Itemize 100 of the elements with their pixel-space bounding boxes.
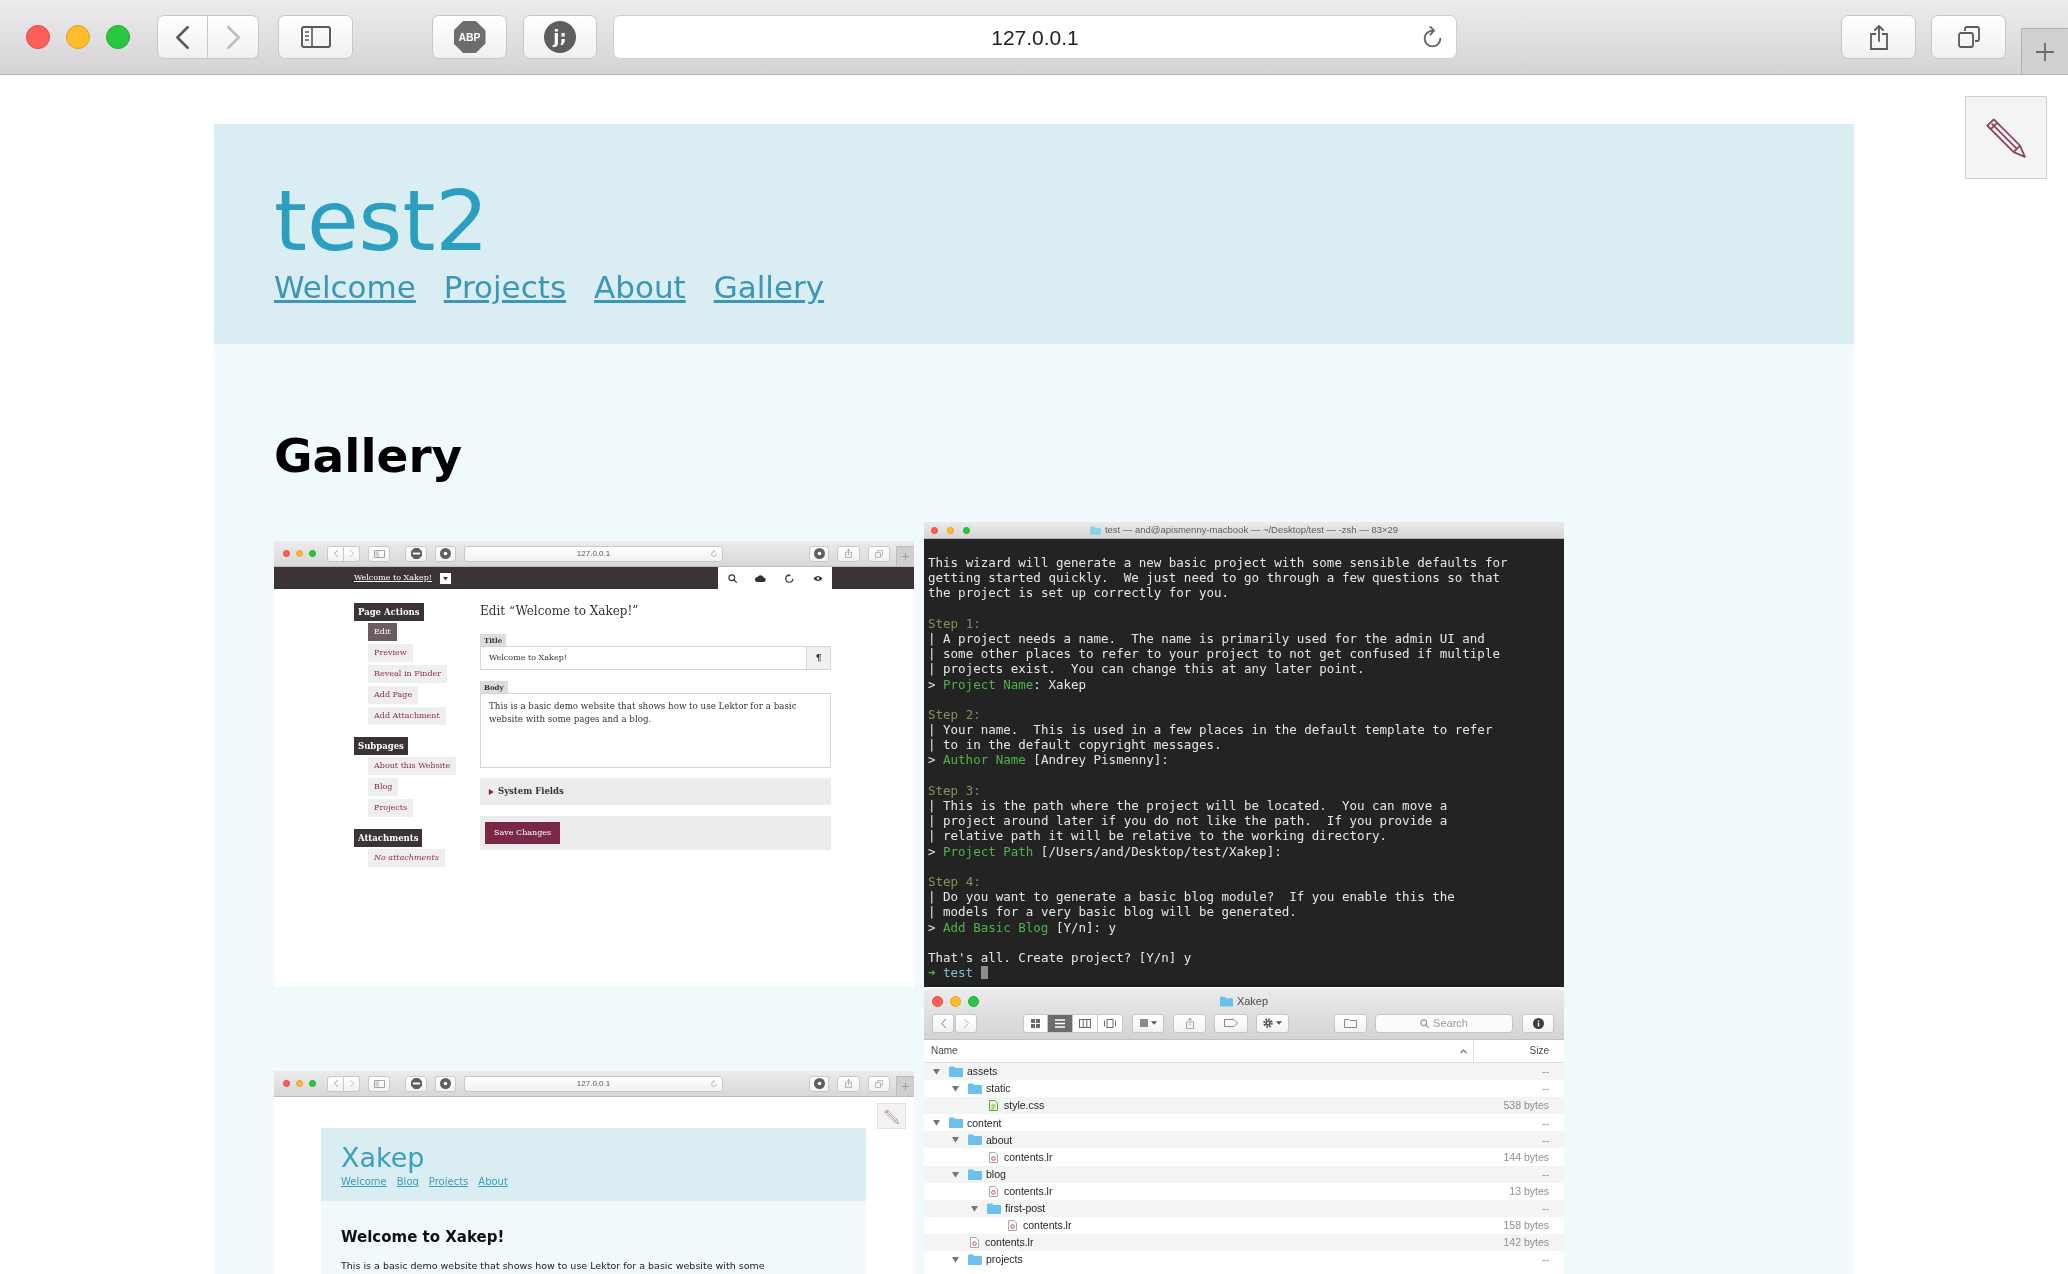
file-size: -- xyxy=(1542,1083,1549,1094)
forward-button[interactable] xyxy=(344,1075,360,1092)
share-button[interactable] xyxy=(1841,15,1916,59)
file-size: -- xyxy=(1542,1168,1549,1180)
site-title: test2 xyxy=(274,179,489,263)
terminal-line: | project around later if you do not like the path. If you provide a xyxy=(928,813,1448,829)
extension-button[interactable] xyxy=(435,545,456,562)
zoom-button[interactable] xyxy=(106,25,130,49)
folder-icon xyxy=(949,1117,963,1129)
address-field[interactable]: 127.0.0.1 xyxy=(613,15,1457,59)
system-fields-toggle[interactable]: System Fields xyxy=(480,778,831,805)
dropdown-icon[interactable] xyxy=(440,572,451,584)
info-button[interactable] xyxy=(1522,1013,1554,1033)
new-tab-button[interactable] xyxy=(2021,28,2068,74)
edit-button[interactable] xyxy=(1965,96,2047,179)
new-tab-button[interactable] xyxy=(896,1076,914,1096)
chevron-left-icon xyxy=(333,1080,338,1087)
extension-button[interactable] xyxy=(809,1075,829,1092)
file-name: first-post xyxy=(1005,1203,1046,1214)
close-button[interactable] xyxy=(26,25,50,49)
address-field[interactable]: 127.0.0.1 xyxy=(464,545,723,562)
page-link[interactable]: Welcome to Xakep! xyxy=(354,574,432,582)
circle-icon xyxy=(440,1078,451,1089)
column-header[interactable]: Size xyxy=(1474,1040,1564,1062)
sidebar-link[interactable]: Edit xyxy=(368,623,397,641)
terminal-line: Step 1: xyxy=(928,615,981,631)
plus-icon xyxy=(902,553,909,560)
view-button[interactable] xyxy=(1073,1013,1098,1033)
text-field[interactable]: Welcome to Xakep! ¶ xyxy=(480,646,831,670)
file-name: contents.lr xyxy=(1004,1185,1053,1197)
sidebar-link[interactable]: About this Website xyxy=(368,757,457,775)
save-button[interactable]: Save Changes xyxy=(485,822,561,844)
terminal-line: > Author Name [Andrey Pismenny]: xyxy=(928,752,1169,768)
folder-button[interactable] xyxy=(1334,1013,1367,1033)
octagon-icon xyxy=(410,1078,422,1089)
zoom-button[interactable] xyxy=(968,995,979,1007)
close-button[interactable] xyxy=(283,550,290,557)
sidebar-link[interactable]: Reveal in Finder xyxy=(368,665,448,683)
minimize-button[interactable] xyxy=(946,526,954,534)
sidebar-link[interactable]: Projects xyxy=(368,799,414,817)
minimize-button[interactable] xyxy=(66,25,90,49)
grid-icon xyxy=(1031,1018,1040,1028)
share-icon xyxy=(1185,1017,1194,1029)
zoom-button[interactable] xyxy=(309,1080,316,1087)
close-button[interactable] xyxy=(932,995,943,1007)
tabs-button[interactable] xyxy=(1931,15,2006,59)
pencil-icon xyxy=(884,1108,899,1124)
chevron-right-icon xyxy=(226,25,240,49)
minimize-button[interactable] xyxy=(950,995,961,1007)
file-row[interactable]: about -- xyxy=(924,1131,1564,1149)
file-row[interactable]: style.css 538 bytes xyxy=(924,1097,1564,1115)
forward-button[interactable] xyxy=(955,1013,977,1033)
file-row[interactable]: assets -- xyxy=(924,1063,1564,1081)
action-button[interactable] xyxy=(1256,1013,1289,1033)
sidebar-link[interactable]: Add Page xyxy=(368,686,419,704)
sidebar-link[interactable]: Add Attachment xyxy=(368,707,446,725)
close-button[interactable] xyxy=(283,1080,290,1087)
extension-button[interactable] xyxy=(435,1075,456,1092)
terminal-line: Step 3: xyxy=(928,782,981,798)
body-text: This is a basic demo website that shows how to use Lektor for a basic website with some xyxy=(341,1261,765,1271)
chevron-right-icon xyxy=(963,1018,969,1028)
sidebar-icon xyxy=(373,1079,385,1088)
text-area[interactable]: This is a basic demo website that shows how to use Lektor for a basic website with some pages and a blog. xyxy=(480,693,831,768)
address-field[interactable]: 127.0.0.1 xyxy=(464,1075,723,1092)
minimize-button[interactable] xyxy=(296,1080,303,1087)
column-header[interactable]: Name xyxy=(924,1040,1474,1062)
tag-button[interactable] xyxy=(1214,1013,1248,1033)
new-tab-button[interactable] xyxy=(896,546,914,566)
tabs-icon xyxy=(1957,26,1980,48)
extension-button[interactable] xyxy=(405,545,427,562)
forward-button[interactable] xyxy=(344,545,360,562)
columns-icon xyxy=(1079,1018,1091,1028)
file-icon xyxy=(989,1185,998,1197)
extension-button[interactable] xyxy=(809,545,829,562)
view-button[interactable] xyxy=(1048,1013,1073,1033)
close-button[interactable] xyxy=(930,526,938,534)
reload-icon[interactable] xyxy=(1423,26,1442,48)
group-button[interactable] xyxy=(1132,1013,1164,1033)
caret-icon xyxy=(1276,1021,1282,1025)
file-name: blog xyxy=(986,1168,1006,1180)
file-size: 538 bytes xyxy=(1503,1100,1549,1111)
tag-icon xyxy=(1224,1019,1238,1027)
extension-button[interactable] xyxy=(405,1075,427,1092)
search-icon xyxy=(727,573,737,583)
info-icon xyxy=(1532,1017,1544,1029)
format-button[interactable]: ¶ xyxy=(806,647,830,669)
zoom-button[interactable] xyxy=(962,526,970,534)
extension-button[interactable]: ABP xyxy=(432,15,507,59)
view-button[interactable] xyxy=(1098,1013,1123,1033)
share-button[interactable] xyxy=(1173,1013,1206,1033)
sidebar-link[interactable]: Blog xyxy=(368,778,399,796)
sidebar-button[interactable] xyxy=(278,15,353,59)
view-button[interactable] xyxy=(1023,1013,1048,1033)
file-size: -- xyxy=(1542,1254,1549,1265)
minimize-button[interactable] xyxy=(296,550,303,557)
back-button[interactable] xyxy=(157,15,208,59)
list-icon xyxy=(1055,1018,1065,1028)
sidebar-link[interactable]: Preview xyxy=(368,644,413,662)
extension-button[interactable]: j; xyxy=(523,15,597,59)
zoom-button[interactable] xyxy=(309,550,316,557)
